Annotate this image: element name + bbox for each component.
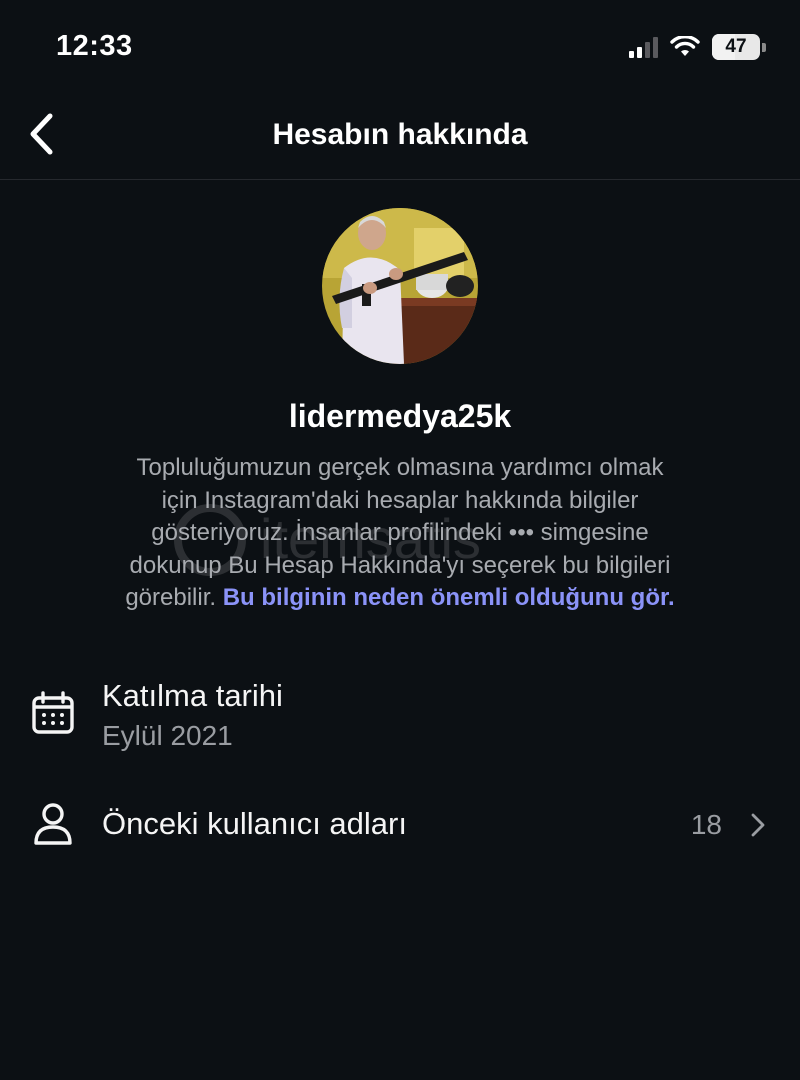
description-line: görebilir. <box>125 584 217 611</box>
account-info-description: Topluluğumuzun gerçek olmasına yardımcı … <box>60 452 740 615</box>
status-indicators: 47 <box>629 34 766 60</box>
description-line-with-link: dokunup Bu Hesap Hakkında'yı seçerek bu … <box>60 550 740 583</box>
wifi-icon <box>670 36 700 56</box>
status-bar: 12:33 47 <box>0 0 800 96</box>
status-time: 12:33 <box>56 30 133 62</box>
learn-more-link[interactable]: Bu bilginin neden önemli olduğunu gör. <box>223 584 675 611</box>
page-title: Hesabın hakkında <box>272 118 528 151</box>
date-joined-row: Katılma tarihi Eylül 2021 <box>0 672 800 762</box>
person-icon <box>34 803 72 845</box>
description-line: için Instagram'daki hesaplar hakkında bi… <box>161 486 639 514</box>
cellular-signal-icon <box>629 36 658 58</box>
date-joined-value: Eylül 2021 <box>102 720 233 751</box>
navigation-bar: Hesabın hakkında <box>0 96 800 180</box>
battery-percent: 47 <box>725 36 747 57</box>
date-joined-label: Katılma tarihi <box>102 678 283 713</box>
description-line-with-link: görebilir. Bu bilginin neden önemli oldu… <box>60 582 740 615</box>
chevron-right-icon <box>751 813 765 837</box>
former-usernames-label: Önceki kullanıcı adları <box>102 806 407 841</box>
battery-icon: 47 <box>712 34 766 60</box>
description-line: dokunup Bu Hesap Hakkında'yı seçerek bu … <box>129 551 671 579</box>
former-usernames-count: 18 <box>690 809 722 840</box>
description-line: gösteriyoruz. İnsanlar profilindeki ••• … <box>151 519 649 546</box>
profile-username: lidermedya25k <box>288 398 512 434</box>
former-usernames-row[interactable]: Önceki kullanıcı adları 18 <box>0 788 800 860</box>
description-line: Topluluğumuzun gerçek olmasına yardımcı … <box>136 454 664 481</box>
profile-avatar <box>322 208 478 364</box>
calendar-icon <box>32 691 74 734</box>
